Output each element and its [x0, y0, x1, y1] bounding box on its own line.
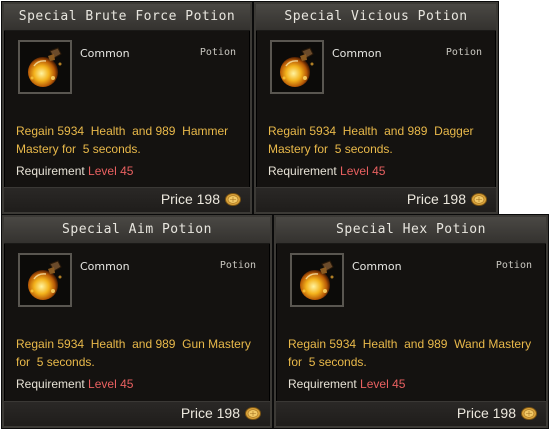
item-title: Special Vicious Potion	[256, 4, 496, 31]
item-type: Potion	[199, 47, 236, 58]
desc-health: Health	[362, 337, 398, 351]
item-price: Price 198	[406, 191, 466, 207]
desc-prefix: Regain 5934	[16, 124, 85, 138]
requirement-label: Requirement	[268, 164, 337, 178]
item-type: Potion	[445, 47, 482, 58]
item-tooltip-vicious: Special Vicious Potion Common Potion Reg…	[254, 2, 498, 214]
potion-icon	[272, 42, 322, 92]
item-rarity: Common	[352, 260, 402, 273]
item-rarity: Common	[332, 47, 382, 60]
gold-coin-icon	[471, 193, 487, 206]
gold-coin-icon	[225, 193, 241, 206]
desc-health: Health	[90, 337, 126, 351]
item-description: Regain 5934 Health and 989 Gun Mastery f…	[16, 335, 260, 371]
item-title: Special Aim Potion	[4, 217, 270, 244]
item-icon-slot	[18, 253, 72, 307]
desc-health: Health	[90, 124, 126, 138]
desc-duration: for	[16, 355, 31, 369]
item-price: Price 198	[180, 405, 240, 421]
item-footer: Price 198	[4, 401, 270, 426]
item-icon-slot	[270, 40, 324, 94]
item-tooltip-brute-force: Special Brute Force Potion Common Potion…	[2, 2, 252, 214]
item-footer: Price 198	[256, 187, 496, 212]
item-tooltip-hex: Special Hex Potion Common Potion Regain …	[274, 215, 548, 428]
desc-duration: for	[62, 142, 77, 156]
item-description: Regain 5934 Health and 989 Dagger Master…	[268, 122, 486, 158]
potion-icon	[292, 255, 342, 305]
desc-health: Health	[342, 124, 378, 138]
desc-seconds: 5 seconds.	[308, 355, 367, 369]
item-requirement: Requirement Level 45	[16, 377, 133, 391]
item-price: Price 198	[456, 405, 516, 421]
item-footer: Price 198	[276, 401, 546, 426]
item-description: Regain 5934 Health and 989 Hammer Master…	[16, 122, 240, 158]
item-price: Price 198	[160, 191, 220, 207]
item-title: Special Brute Force Potion	[4, 4, 250, 31]
desc-mastery: Wand Mastery	[454, 337, 532, 351]
item-requirement: Requirement Level 45	[16, 164, 133, 178]
requirement-label: Requirement	[16, 164, 85, 178]
item-tooltip-aim: Special Aim Potion Common Potion Regain …	[2, 215, 272, 428]
requirement-label: Requirement	[288, 377, 357, 391]
potion-icon	[20, 42, 70, 92]
gold-coin-icon	[245, 407, 261, 420]
desc-seconds: 5 seconds.	[82, 142, 141, 156]
item-icon-slot	[18, 40, 72, 94]
requirement-value: Level 45	[340, 164, 386, 178]
item-requirement: Requirement Level 45	[268, 164, 385, 178]
item-title: Special Hex Potion	[276, 217, 546, 244]
gold-coin-icon	[521, 407, 537, 420]
requirement-label: Requirement	[16, 377, 85, 391]
desc-seconds: 5 seconds.	[334, 142, 393, 156]
item-type: Potion	[495, 260, 532, 271]
desc-prefix: Regain 5934	[288, 337, 357, 351]
desc-and: and 989	[384, 124, 428, 138]
desc-and: and 989	[132, 124, 176, 138]
desc-mastery: Gun Mastery	[182, 337, 251, 351]
desc-duration: for	[314, 142, 329, 156]
item-type: Potion	[219, 260, 256, 271]
item-requirement: Requirement Level 45	[288, 377, 405, 391]
requirement-value: Level 45	[360, 377, 406, 391]
requirement-value: Level 45	[88, 377, 134, 391]
requirement-value: Level 45	[88, 164, 134, 178]
desc-and: and 989	[404, 337, 448, 351]
potion-icon	[20, 255, 70, 305]
item-rarity: Common	[80, 47, 130, 60]
desc-and: and 989	[132, 337, 176, 351]
item-rarity: Common	[80, 260, 130, 273]
item-footer: Price 198	[4, 187, 250, 212]
desc-duration: for	[288, 355, 303, 369]
desc-seconds: 5 seconds.	[36, 355, 95, 369]
item-description: Regain 5934 Health and 989 Wand Mastery …	[288, 335, 536, 371]
desc-prefix: Regain 5934	[268, 124, 337, 138]
desc-prefix: Regain 5934	[16, 337, 85, 351]
item-icon-slot	[290, 253, 344, 307]
